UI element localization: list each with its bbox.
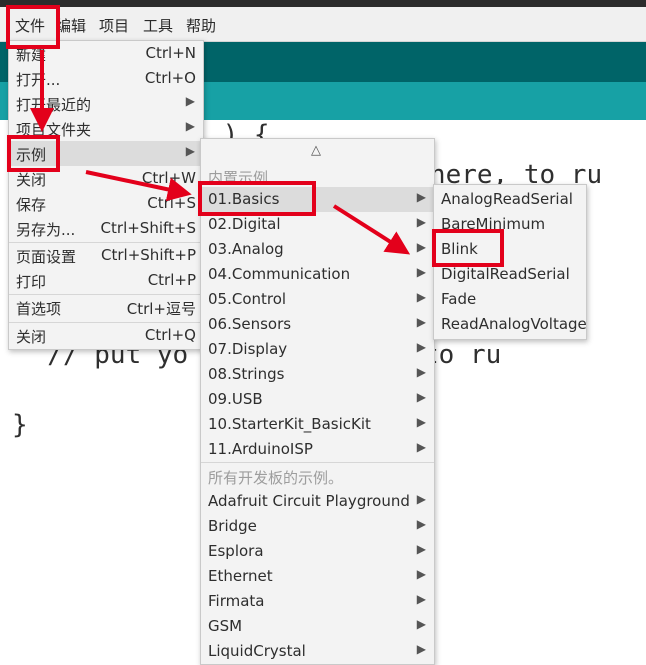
arrow-to-blink xyxy=(332,204,411,255)
annotation-arrows xyxy=(30,50,411,255)
arrow-to-basics xyxy=(85,170,192,202)
